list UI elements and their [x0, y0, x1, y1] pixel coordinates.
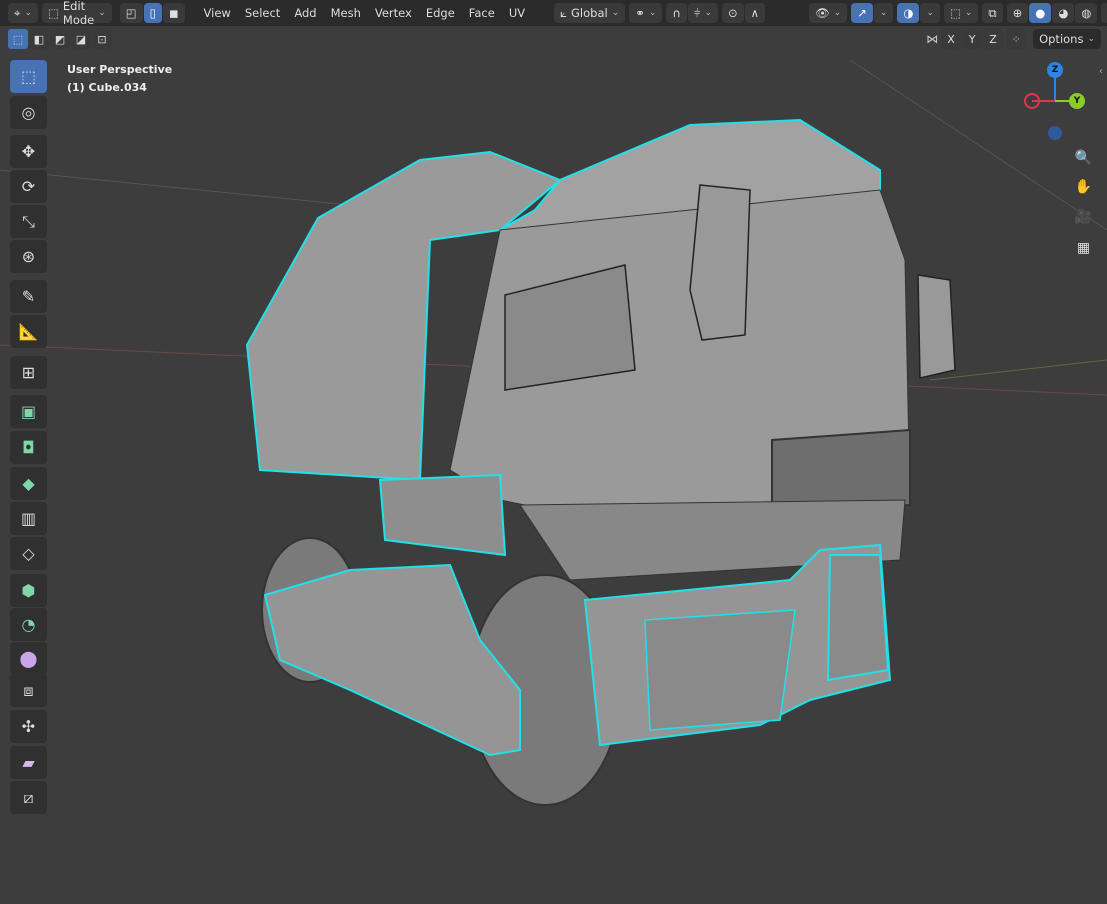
move-icon: ✥ — [21, 142, 36, 161]
tool-inset[interactable]: ◘ — [10, 431, 47, 464]
tool-move[interactable]: ✥ — [10, 135, 47, 168]
tool-shrink-fatten[interactable]: ✣ — [10, 710, 47, 743]
hand-icon: ✋ — [1074, 178, 1093, 195]
edge-slide-icon: ⧈ — [23, 680, 34, 700]
poly-build-icon: ⬢ — [21, 581, 36, 600]
shear-icon: ▰ — [22, 753, 35, 772]
fender-panel — [644, 609, 796, 731]
shrink-fatten-icon: ✣ — [21, 717, 36, 736]
gizmo-axis-neg-z[interactable] — [1048, 126, 1062, 140]
tool-cursor[interactable]: ◎ — [10, 96, 47, 129]
knife-icon: ◇ — [22, 544, 35, 563]
grid-perspective-icon: ▦ — [1076, 239, 1091, 256]
tool-add-cube[interactable]: ⊞ — [10, 356, 47, 389]
left-fender — [263, 563, 521, 757]
tool-select-box[interactable]: ⬚ — [10, 60, 47, 93]
gizmo-axis-y[interactable]: Y — [1069, 93, 1085, 109]
tool-annotate[interactable]: ✎ — [10, 280, 47, 313]
extrude-icon: ▣ — [20, 402, 37, 421]
truck-mesh[interactable] — [245, 118, 956, 806]
sidebar-toggle-arrow[interactable]: ‹ — [1099, 66, 1103, 77]
rip-region-icon: ⧄ — [23, 787, 34, 807]
zoom-icon: 🔍 — [1074, 149, 1093, 166]
tool-shear[interactable]: ▰ — [10, 746, 47, 779]
gizmo-axis-x[interactable] — [1024, 93, 1040, 109]
tool-smooth[interactable]: ⬤ — [10, 642, 47, 675]
add-cube-icon: ⊞ — [21, 363, 36, 382]
tool-rip-region[interactable]: ⧄ — [10, 781, 47, 814]
tool-measure[interactable]: 📐 — [10, 315, 47, 348]
camera-icon: 🎥 — [1074, 208, 1093, 225]
tool-bevel[interactable]: ◆ — [10, 467, 47, 500]
transform-icon: ⊛ — [21, 247, 36, 266]
side-panel — [378, 473, 507, 557]
mirror-left — [689, 184, 751, 341]
select-box-icon: ⬚ — [20, 67, 37, 86]
annotate-icon: ✎ — [21, 287, 36, 306]
tool-loop-cut[interactable]: ▥ — [10, 502, 47, 535]
tool-transform[interactable]: ⊛ — [10, 240, 47, 273]
tool-knife[interactable]: ◇ — [10, 537, 47, 570]
fender-light — [826, 554, 890, 682]
tool-edge-slide[interactable]: ⧈ — [10, 674, 47, 707]
tool-rotate[interactable]: ⟳ — [10, 170, 47, 203]
pan-view-button[interactable]: ✋ — [1071, 174, 1096, 199]
tool-spin[interactable]: ◔ — [10, 608, 47, 641]
rotate-icon: ⟳ — [21, 177, 36, 196]
tool-poly-build[interactable]: ⬢ — [10, 574, 47, 607]
perspective-toggle-button[interactable]: ▦ — [1071, 235, 1096, 260]
viewport-canvas[interactable] — [0, 0, 1107, 904]
loop-cut-icon: ▥ — [20, 509, 37, 528]
tool-extrude[interactable]: ▣ — [10, 395, 47, 428]
camera-view-button[interactable]: 🎥 — [1071, 204, 1096, 229]
grille — [771, 428, 911, 512]
spin-icon: ◔ — [21, 615, 36, 634]
mirror-right — [917, 274, 956, 379]
zoom-view-button[interactable]: 🔍 — [1071, 145, 1096, 170]
smooth-icon: ⬤ — [19, 649, 38, 668]
scale-icon: ⤡ — [22, 211, 35, 231]
gizmo-axis-z[interactable]: Z — [1047, 62, 1063, 78]
measure-icon: 📐 — [18, 322, 39, 341]
bevel-icon: ◆ — [22, 474, 35, 493]
tool-scale[interactable]: ⤡ — [10, 205, 47, 238]
inset-icon: ◘ — [22, 438, 35, 457]
cursor-icon: ◎ — [21, 103, 36, 122]
